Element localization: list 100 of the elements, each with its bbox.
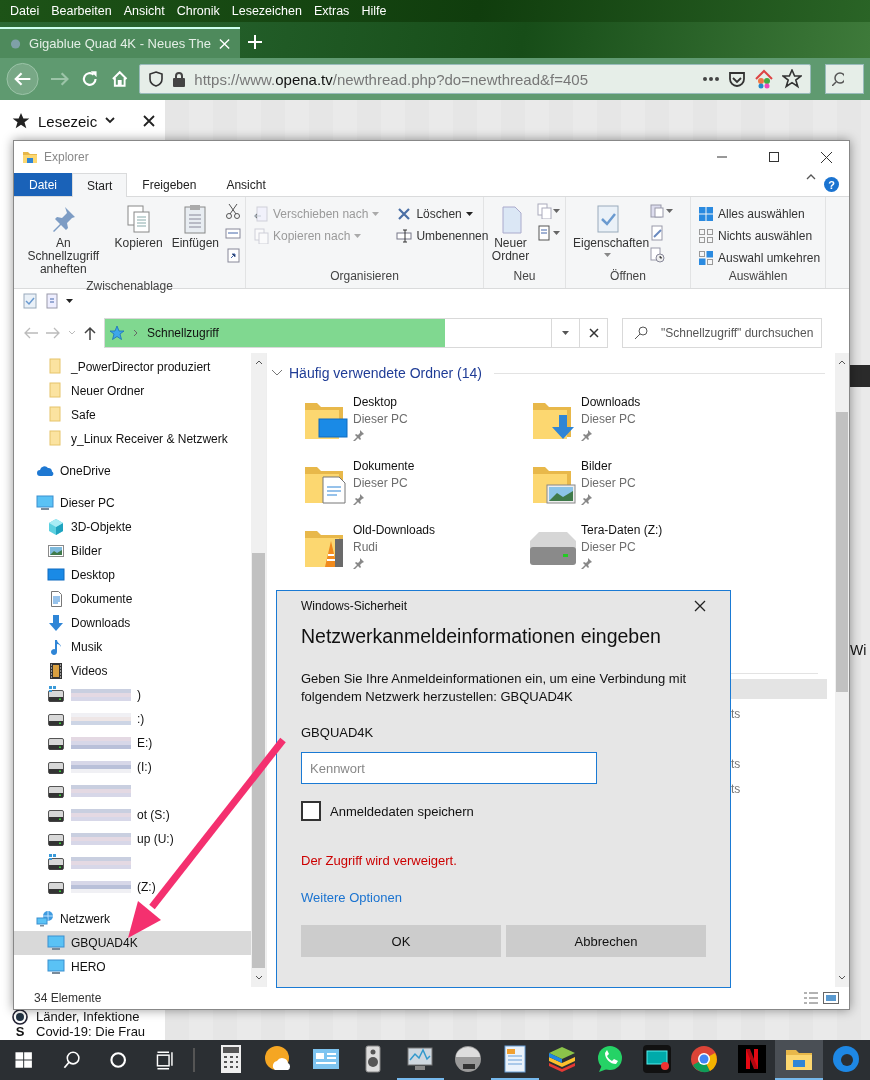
close-icon[interactable] — [143, 115, 156, 127]
search-field[interactable]: "Schnellzugriff" durchsuchen — [622, 318, 822, 348]
ribbon-tab[interactable]: Datei — [14, 173, 72, 196]
options-link[interactable]: Weitere Optionen — [301, 890, 402, 905]
star-icon — [12, 112, 30, 130]
checkbox[interactable] — [301, 801, 321, 821]
search-icon — [831, 72, 844, 86]
nav-item[interactable]: OneDrive — [14, 459, 251, 483]
dialog-heading: Netzwerkanmeldeinformationen eingeben — [301, 625, 662, 648]
nav-item[interactable]: (Z:) — [14, 875, 251, 899]
bookmark-link[interactable]: Länder, Infektione — [12, 1010, 165, 1024]
up-icon[interactable] — [84, 326, 96, 340]
bookmark-link[interactable]: S Covid-19: Die Frau — [12, 1025, 165, 1039]
nav-item[interactable]: (I:) — [14, 755, 251, 779]
cube-icon — [47, 518, 65, 536]
checkbox-label[interactable]: Anmeldedaten speichern — [330, 803, 474, 819]
nav-item[interactable]: GBQUAD4K — [14, 931, 251, 955]
folder-tile[interactable]: Downloads Dieser PC — [529, 395, 757, 459]
chevron-icon[interactable] — [105, 117, 116, 125]
password-field[interactable]: Kennwort — [301, 752, 597, 784]
close-icon[interactable] — [820, 151, 832, 163]
group-label: Neu — [512, 268, 537, 285]
nav-item[interactable]: Safe — [14, 403, 251, 427]
scrollbar[interactable] — [251, 353, 266, 987]
ribbon-tab[interactable]: Start — [72, 173, 128, 197]
pocket-icon[interactable] — [727, 70, 746, 88]
nav-item[interactable]: Dokumente — [14, 587, 251, 611]
folder-tile[interactable]: Bilder Dieser PC — [529, 459, 757, 523]
nav-item[interactable]: Desktop — [14, 563, 251, 587]
ribbon-button[interactable]: Auswahl umkehren — [695, 248, 824, 268]
menu-item[interactable]: Ansicht — [117, 4, 171, 18]
more-icon[interactable] — [701, 76, 720, 82]
down-caret-icon[interactable] — [838, 975, 846, 981]
nav-item[interactable]: HERO — [14, 955, 251, 979]
section-title[interactable]: Häufig verwendete Ordner (14) — [289, 365, 482, 381]
tiles-view-icon[interactable] — [823, 991, 839, 1005]
search-field[interactable] — [824, 64, 864, 94]
caret-icon — [666, 208, 674, 214]
reload-icon[interactable] — [80, 69, 100, 89]
up-caret-icon[interactable] — [254, 359, 263, 365]
folder-tile[interactable]: Old-Downloads Rudi — [301, 523, 529, 587]
browser-tab[interactable]: Gigablue Quad 4K - Neues The — [0, 27, 240, 58]
nav-item[interactable]: Downloads — [14, 611, 251, 635]
star-icon[interactable] — [781, 69, 802, 89]
nav-item[interactable]: 3D-Objekte — [14, 515, 251, 539]
ribbon-button[interactable]: Nichts auswählen — [695, 226, 824, 246]
dialog-button[interactable]: Abbrechen — [506, 925, 706, 957]
sidebar-title: Lesezeic — [38, 112, 98, 130]
ribbon-button[interactable]: Alles auswählen — [695, 204, 824, 224]
address-bar[interactable]: Schnellzugriff — [104, 318, 608, 348]
nav-item[interactable]: ot (S:) — [14, 803, 251, 827]
help-button[interactable]: ? — [824, 177, 839, 192]
move-icon — [253, 206, 269, 222]
collapse-icon[interactable] — [806, 173, 816, 181]
nav-item[interactable]: Dieser PC — [14, 491, 251, 515]
maximize-icon[interactable] — [769, 152, 779, 162]
nav-item[interactable]: Bilder — [14, 539, 251, 563]
dark-bar — [850, 365, 870, 387]
nav-item[interactable]: _PowerDirector produziert — [14, 355, 251, 379]
pixelated-text — [71, 833, 131, 845]
nav-item[interactable]: Videos — [14, 659, 251, 683]
menu-item[interactable]: Bearbeiten — [45, 4, 118, 18]
up-caret-icon[interactable] — [838, 359, 846, 365]
ribbon-button[interactable]: Kopieren — [111, 201, 166, 252]
grid-icon — [698, 250, 714, 266]
menu-item[interactable]: Chronik — [170, 4, 226, 18]
download-icon — [47, 614, 65, 632]
back-button[interactable] — [6, 62, 40, 96]
down-caret-icon[interactable] — [254, 975, 263, 981]
nav-item[interactable]: Neuer Ordner — [14, 379, 251, 403]
menu-item[interactable]: Lesezeichen — [225, 4, 308, 18]
menu-item[interactable]: Datei — [4, 4, 46, 18]
ribbon-tab[interactable]: Freigeben — [127, 173, 212, 196]
nav-item[interactable]: up (U:) — [14, 827, 251, 851]
nav-item[interactable]: Netzwerk — [14, 907, 251, 931]
close-icon[interactable] — [694, 600, 706, 612]
nav-item[interactable]: y_Linux Receiver & Netzwerk — [14, 427, 251, 451]
plus-icon[interactable] — [248, 35, 262, 49]
nav-item[interactable]: ) — [14, 683, 251, 707]
ribbon-button[interactable]: An Schnellzugriff anheften — [18, 201, 109, 278]
monitor-icon — [36, 494, 54, 512]
scrollbar[interactable] — [835, 353, 849, 987]
house-icon[interactable] — [753, 69, 774, 89]
screen-record-icon — [642, 1044, 673, 1074]
nav-item[interactable]: E:) — [14, 731, 251, 755]
user-name: GBQUAD4K — [301, 725, 375, 740]
folder-tile[interactable]: Desktop Dieser PC — [301, 395, 529, 459]
home-icon[interactable] — [109, 69, 130, 89]
nav-item[interactable]: Musik — [14, 635, 251, 659]
folder-tile[interactable]: Tera-Daten (Z:) Dieser PC — [529, 523, 757, 587]
url-bar[interactable]: https://www.opena.tv/newthread.php?do=newthread&f=405 — [139, 64, 811, 94]
ribbon-tab[interactable]: Ansicht — [211, 173, 281, 196]
menu-item[interactable]: Extras — [307, 4, 356, 18]
nav-item[interactable]: :) — [14, 707, 251, 731]
breadcrumb[interactable]: Schnellzugriff — [147, 326, 219, 340]
ribbon-button[interactable]: Einfügen — [168, 201, 222, 252]
taskbar-app[interactable] — [775, 1040, 823, 1080]
folder-tile[interactable]: Dokumente Dieser PC — [301, 459, 529, 523]
dialog-button[interactable]: OK — [301, 925, 501, 957]
menu-item[interactable]: Hilfe — [355, 4, 393, 18]
